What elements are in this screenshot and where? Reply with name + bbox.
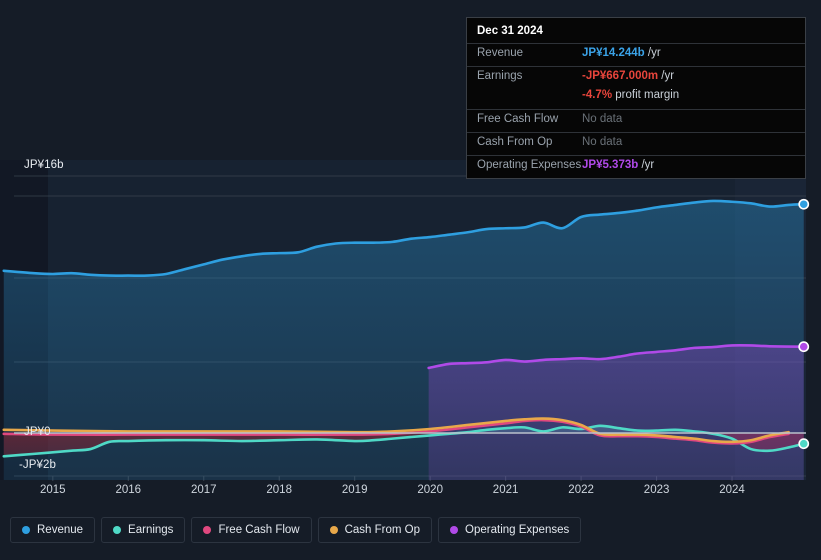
tooltip-value-number: JP¥5.373b [582, 159, 639, 171]
legend-item-earnings[interactable]: Earnings [101, 517, 186, 543]
tooltip-value-unit: /yr [661, 70, 675, 82]
legend-item-label: Cash From Op [344, 524, 421, 536]
tooltip-value-number: JP¥14.244b [582, 47, 645, 59]
x-axis-tick-2021: 2021 [492, 484, 519, 496]
legend-color-dot-icon [22, 526, 30, 534]
tooltip-row-value: JP¥5.373b /yr [582, 159, 654, 171]
legend-color-dot-icon [329, 526, 338, 534]
tooltip-value-number: -4.7% [582, 89, 613, 101]
legend-item-operating-expenses[interactable]: Operating Expenses [438, 517, 582, 543]
legend-item-cash-from-op[interactable]: Cash From Op [317, 517, 433, 543]
x-axis: 2015 2016 2017 2018 2019 2020 2021 2022 2023 2024 [0, 484, 821, 502]
legend-item-label: Revenue [37, 524, 84, 536]
tooltip-row-label: Earnings [477, 70, 523, 82]
legend-item-label: Earnings [128, 524, 174, 536]
tooltip-row-operating-expenses: Operating Expenses JP¥5.373b /yr [467, 155, 805, 178]
x-axis-tick-2024: 2024 [719, 484, 745, 496]
tooltip-value-unit: /yr [647, 47, 661, 59]
y-axis-top-label: JP¥16b [24, 159, 64, 171]
tooltip-value-unit: /yr [641, 159, 655, 171]
tooltip-date: Dec 31 2024 [477, 25, 543, 37]
tooltip-row-value: -4.7% profit margin [582, 89, 679, 101]
tooltip-row-value: No data [582, 113, 623, 125]
tooltip-row-cash-from-op: Cash From Op No data [467, 132, 805, 155]
x-axis-tick-2015: 2015 [40, 484, 66, 496]
legend-item-free-cash-flow[interactable]: Free Cash Flow [191, 517, 312, 543]
legend-color-dot-icon [203, 526, 212, 534]
legend-item-revenue[interactable]: Revenue [10, 517, 96, 543]
x-axis-tick-2023: 2023 [643, 484, 670, 496]
tooltip-row-free-cash-flow: Free Cash Flow No data [467, 109, 805, 132]
tooltip-row-label: Free Cash Flow [477, 113, 559, 125]
tooltip-row-value: No data [582, 136, 623, 148]
tooltip-row-earnings: Earnings -JP¥667.000m /yr [467, 66, 805, 89]
chart-tooltip: Dec 31 2024 Revenue JP¥14.244b /yr Earning… [466, 17, 806, 179]
x-axis-tick-2018: 2018 [266, 484, 292, 496]
tooltip-row-label: Revenue [477, 47, 524, 59]
x-axis-tick-2017: 2017 [191, 484, 217, 496]
y-axis-negative-label: -JP¥2b [19, 459, 57, 471]
tooltip-row-profit-margin: -4.7% profit margin [467, 89, 805, 109]
tooltip-row-label: Operating Expenses [477, 159, 582, 171]
x-axis-tick-2016: 2016 [115, 484, 142, 496]
tooltip-value-unit: profit margin [615, 89, 680, 101]
chart-legend[interactable]: Revenue Earnings Free Cash Flow Cash From O… [10, 517, 582, 543]
tooltip-value-number: -JP¥667.000m [582, 70, 659, 82]
x-axis-tick-2020: 2020 [417, 484, 443, 496]
x-axis-tick-2022: 2022 [568, 484, 594, 496]
chart-screenshot: JP¥16b JP¥0 -JP¥2b 2015 2016 2017 2018 2019 2… [0, 0, 821, 560]
y-axis-zero-label: JP¥0 [24, 426, 51, 438]
legend-item-label: Operating Expenses [465, 524, 570, 536]
tooltip-row-value: JP¥14.244b /yr [582, 47, 661, 59]
tooltip-row-label: Cash From Op [477, 136, 553, 148]
legend-item-label: Free Cash Flow [218, 524, 300, 536]
tooltip-row-revenue: Revenue JP¥14.244b /yr [467, 43, 805, 66]
x-axis-tick-2019: 2019 [341, 484, 368, 496]
legend-color-dot-icon [450, 526, 459, 534]
tooltip-rows: Revenue JP¥14.244b /yr Earnings -JP¥667.000… [467, 43, 805, 178]
tooltip-row-value: -JP¥667.000m /yr [582, 70, 674, 82]
legend-color-dot-icon [113, 526, 122, 534]
